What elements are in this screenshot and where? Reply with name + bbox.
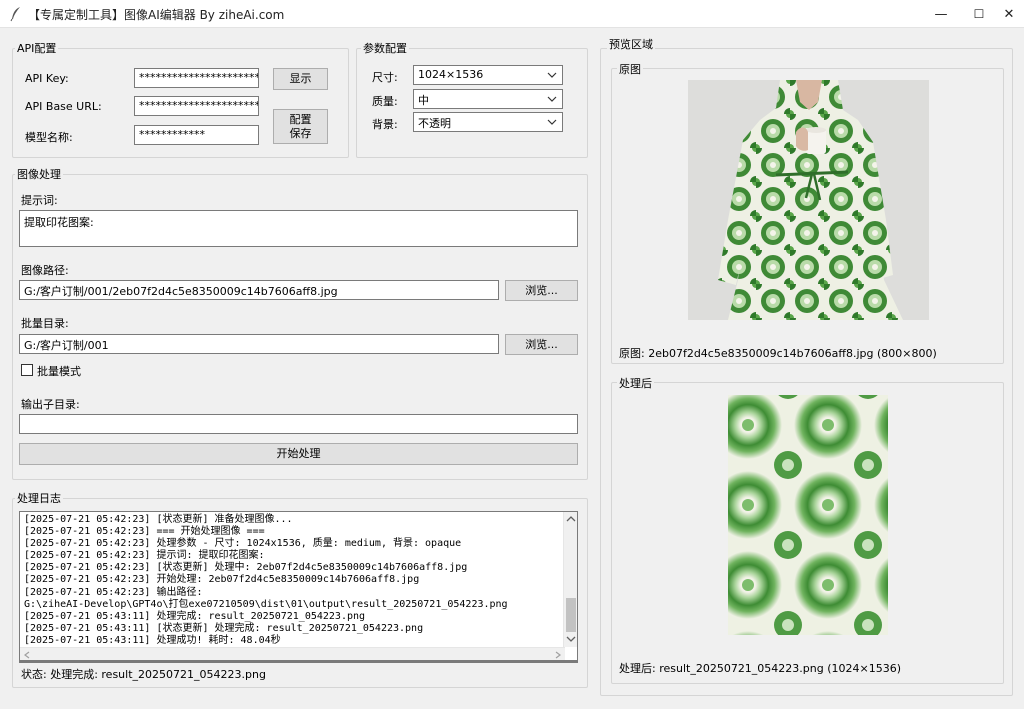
log-horizontal-scrollbar[interactable] <box>20 647 565 660</box>
processed-image <box>728 395 888 635</box>
log-line: [2025-07-21 05:42:23] 提示词: 提取印花图案: <box>24 550 265 562</box>
size-select-value: 1024×1536 <box>418 68 484 81</box>
feather-icon <box>10 7 20 22</box>
log-textarea[interactable]: [2025-07-21 05:42:23] [状态更新] 准备处理图像... [2… <box>19 511 578 661</box>
minimize-button[interactable]: — <box>918 0 964 28</box>
image-path-label: 图像路径: <box>21 264 69 277</box>
log-line: G:\ziheAI-Develop\GPT4o\打包exe07210509\di… <box>24 598 508 610</box>
log-lines: [2025-07-21 05:42:23] [状态更新] 准备处理图像... [2… <box>24 514 508 647</box>
size-label: 尺寸: <box>372 71 398 84</box>
log-line: [2025-07-21 05:43:11] [状态更新] 处理完成: resul… <box>24 622 424 634</box>
model-name-label: 模型名称: <box>25 131 73 144</box>
image-path-input[interactable]: G:/客户订制/001/2eb07f2d4c5e8350009c14b7606a… <box>19 280 499 300</box>
background-select-value: 不透明 <box>418 117 451 130</box>
original-label: 原图 <box>617 61 643 77</box>
log-label: 处理日志 <box>15 490 63 506</box>
chevron-down-icon <box>547 72 557 78</box>
log-line: [2025-07-21 05:42:23] 输出路径: <box>24 586 203 598</box>
output-subdir-input[interactable] <box>19 414 578 434</box>
log-line: [2025-07-21 05:42:23] 开始处理: 2eb07f2d4c5e… <box>24 574 420 586</box>
preview-label: 预览区域 <box>607 36 655 52</box>
processed-label: 处理后 <box>617 375 654 391</box>
maximize-icon: ☐ <box>973 7 985 21</box>
scroll-down-icon <box>566 636 576 642</box>
browse-image-button[interactable]: 浏览... <box>505 280 578 301</box>
quality-select[interactable]: 中 <box>413 89 563 109</box>
batch-dir-label: 批量目录: <box>21 317 69 330</box>
status-bar: 状态: 处理完成: result_20250721_054223.png <box>19 661 578 681</box>
log-line: [2025-07-21 05:42:23] [状态更新] 处理中: 2eb07f… <box>24 562 468 574</box>
processed-caption: 处理后: result_20250721_054223.png (1024×15… <box>619 662 902 675</box>
output-subdir-label: 输出子目录: <box>21 398 80 411</box>
start-processing-button[interactable]: 开始处理 <box>19 443 578 465</box>
quality-label: 质量: <box>372 95 398 108</box>
save-config-button[interactable]: 配置 保存 <box>273 109 328 144</box>
param-config-label: 参数配置 <box>361 40 409 56</box>
title-bar[interactable]: 【专属定制工具】图像AI编辑器 By ziheAi.com — ☐ ✕ <box>0 0 1024 28</box>
show-button[interactable]: 显示 <box>273 68 328 90</box>
log-line: [2025-07-21 05:42:23] 处理参数 - 尺寸: 1024x15… <box>24 538 462 550</box>
close-button[interactable]: ✕ <box>986 0 1024 28</box>
api-base-url-input[interactable]: ************************* <box>134 96 259 116</box>
scroll-up-icon <box>566 516 576 522</box>
background-label: 背景: <box>372 118 398 131</box>
chevron-down-icon <box>547 119 557 125</box>
log-line: [2025-07-21 05:43:11] 处理成功! 耗时: 48.04秒 <box>24 634 281 646</box>
scroll-right-icon <box>555 651 561 659</box>
prompt-label: 提示词: <box>21 194 58 207</box>
log-scroll-thumb[interactable] <box>566 598 576 632</box>
log-line: [2025-07-21 05:43:11] 处理完成: result_20250… <box>24 610 366 622</box>
api-key-label: API Key: <box>25 72 69 85</box>
close-icon: ✕ <box>1003 6 1015 22</box>
original-image <box>688 80 929 320</box>
batch-dir-input[interactable]: G:/客户订制/001 <box>19 334 499 354</box>
batch-mode-checkbox[interactable] <box>21 364 33 376</box>
log-line: [2025-07-21 05:42:23] [状态更新] 准备处理图像... <box>24 514 293 525</box>
browse-batch-dir-button[interactable]: 浏览... <box>505 334 578 355</box>
api-config-label: API配置 <box>15 40 59 56</box>
size-select[interactable]: 1024×1536 <box>413 65 563 85</box>
api-key-input[interactable]: **************************** <box>134 68 259 88</box>
window-title: 【专属定制工具】图像AI编辑器 By ziheAi.com <box>28 8 285 22</box>
log-line: [2025-07-21 05:42:23] === 开始处理图像 === <box>24 526 265 538</box>
original-caption: 原图: 2eb07f2d4c5e8350009c14b7606aff8.jpg … <box>619 347 937 360</box>
quality-select-value: 中 <box>418 94 429 107</box>
log-vertical-scrollbar[interactable] <box>563 512 577 647</box>
image-processing-label: 图像处理 <box>15 166 63 182</box>
chevron-down-icon <box>547 96 557 102</box>
background-select[interactable]: 不透明 <box>413 112 563 132</box>
api-base-url-label: API Base URL: <box>25 100 102 113</box>
prompt-textarea[interactable]: 提取印花图案: <box>19 210 578 247</box>
minimize-icon: — <box>934 6 948 22</box>
model-name-input[interactable]: ************ <box>134 125 259 145</box>
scroll-left-icon <box>24 651 30 659</box>
batch-mode-label: 批量模式 <box>37 365 81 378</box>
